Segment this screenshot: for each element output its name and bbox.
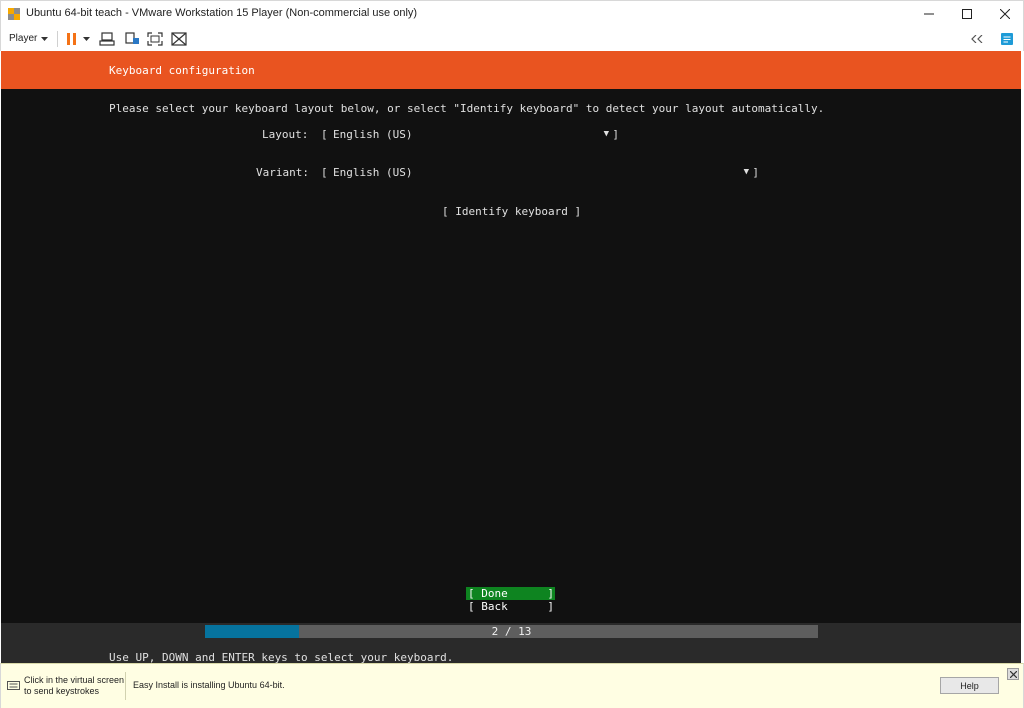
done-button[interactable]: [ Done ] xyxy=(466,587,555,600)
library-icon xyxy=(1001,32,1013,45)
full-screen-button[interactable] xyxy=(146,30,164,47)
done-button-label: [ Done xyxy=(468,587,508,600)
status-bar: Click in the virtual screen to send keys… xyxy=(0,663,1024,708)
player-menu-label: Player xyxy=(9,33,38,44)
dropdown-arrow-icon: ▼ xyxy=(743,167,749,177)
status-hint-line1: Click in the virtual screen xyxy=(24,675,125,685)
identify-keyboard-button[interactable]: [ Identify keyboard ] xyxy=(442,205,581,218)
status-message: Easy Install is installing Ubuntu 64-bit… xyxy=(133,680,285,690)
unity-button[interactable] xyxy=(170,30,188,47)
variant-select[interactable]: [ English (US) ▼ ] xyxy=(321,166,759,181)
layout-close-bracket: ] xyxy=(612,128,619,141)
status-close-button[interactable] xyxy=(1007,668,1019,680)
window-title: Ubuntu 64-bit teach - VMware Workstation… xyxy=(26,7,418,19)
send-ctrl-alt-del-icon xyxy=(99,31,115,46)
send-ctrl-alt-del-button[interactable] xyxy=(98,30,116,47)
pause-icon xyxy=(67,32,76,45)
pause-button[interactable] xyxy=(63,30,81,47)
maximize-button[interactable] xyxy=(949,1,985,27)
close-button[interactable] xyxy=(987,1,1023,27)
variant-label: Variant: xyxy=(256,166,309,179)
layout-label: Layout: xyxy=(262,128,309,141)
removable-devices-button[interactable] xyxy=(123,30,141,47)
back-button-label: [ Back xyxy=(468,600,508,613)
variant-close-bracket: ] xyxy=(752,166,759,179)
layout-select[interactable]: [ English (US) ▼ ] xyxy=(321,128,619,143)
collapse-toolbar-button[interactable] xyxy=(968,30,986,47)
close-icon xyxy=(1000,9,1010,19)
variant-open-bracket: [ xyxy=(321,166,328,179)
back-button[interactable]: [ Back ] xyxy=(466,600,555,613)
install-progress-bar: 2 / 13 xyxy=(205,625,818,638)
full-screen-icon xyxy=(147,31,163,46)
layout-open-bracket: [ xyxy=(321,128,328,141)
done-button-bracket: ] xyxy=(547,587,554,600)
installer-instructions: Please select your keyboard layout below… xyxy=(109,102,825,115)
dropdown-arrow-icon: ▼ xyxy=(603,129,609,139)
dropdown-arrow-icon xyxy=(82,36,90,41)
dropdown-arrow-icon xyxy=(41,36,49,41)
install-progress-text: 2 / 13 xyxy=(491,625,532,638)
installer-title: Keyboard configuration xyxy=(109,64,255,77)
keyboard-hint: Use UP, DOWN and ENTER keys to select yo… xyxy=(109,651,454,663)
status-separator xyxy=(125,672,126,700)
help-button[interactable]: Help xyxy=(940,677,999,694)
status-hint-line2: to send keystrokes xyxy=(24,686,100,696)
player-toolbar: Player xyxy=(0,26,1024,51)
status-hint: Click in the virtual screen to send keys… xyxy=(24,675,124,697)
minimize-button[interactable] xyxy=(911,1,947,27)
removable-devices-icon xyxy=(125,31,139,44)
toolbar-separator xyxy=(57,31,58,47)
player-menu-button[interactable]: Player xyxy=(5,30,52,47)
pause-dropdown-button[interactable] xyxy=(80,30,92,47)
keyboard-focus-icon xyxy=(7,679,20,692)
vmware-player-icon xyxy=(7,7,21,21)
unity-icon xyxy=(171,31,187,46)
library-button[interactable] xyxy=(998,30,1016,47)
variant-value: English (US) xyxy=(333,166,413,179)
installer-header: Keyboard configuration xyxy=(1,51,1021,89)
collapse-icon xyxy=(971,34,983,43)
close-icon xyxy=(1009,670,1017,678)
maximize-icon xyxy=(962,9,972,19)
virtual-machine-screen[interactable]: Keyboard configuration Please select you… xyxy=(1,51,1021,663)
window-title-bar: Ubuntu 64-bit teach - VMware Workstation… xyxy=(0,0,1024,26)
minimize-icon xyxy=(924,13,934,15)
layout-value: English (US) xyxy=(333,128,413,141)
back-button-bracket: ] xyxy=(547,600,554,613)
